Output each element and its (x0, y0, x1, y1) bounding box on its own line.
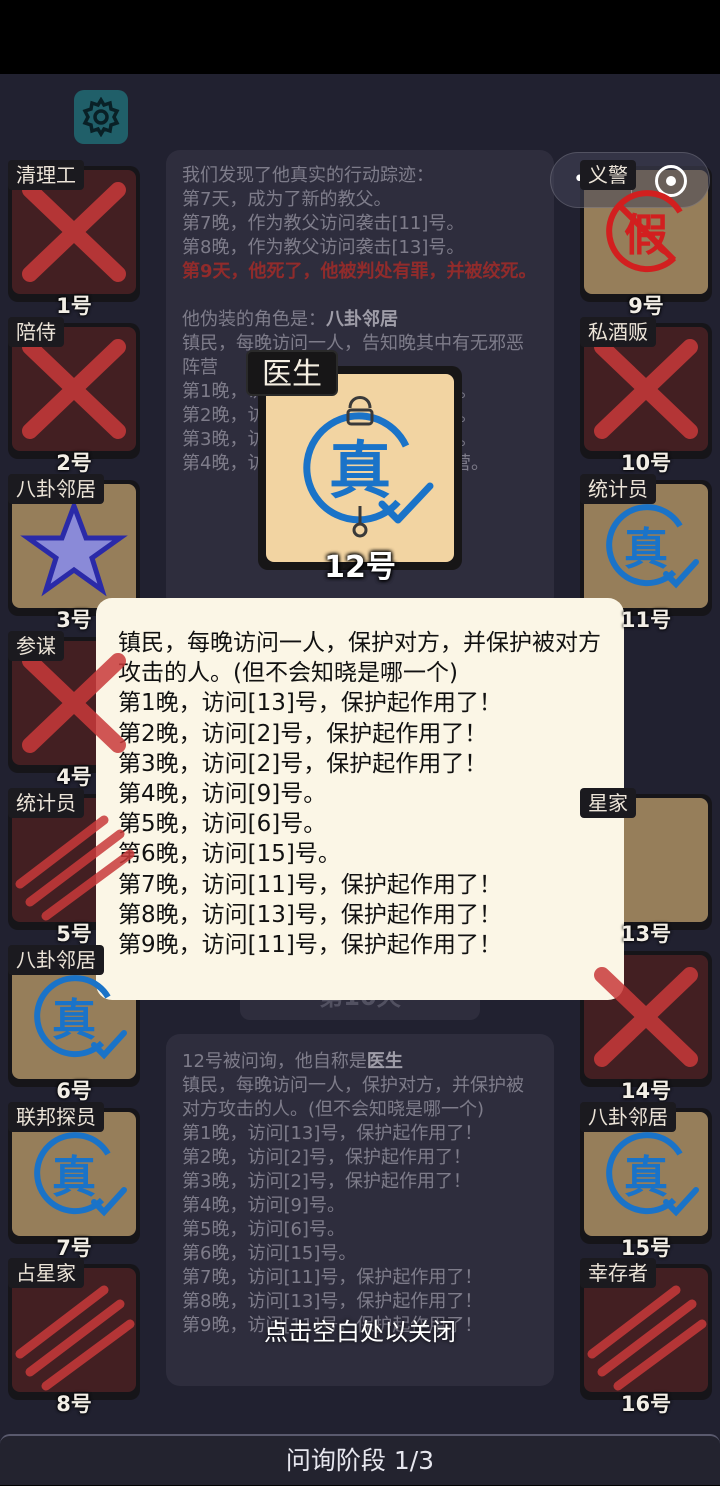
player-card[interactable]: 八卦邻居 3号 (8, 474, 140, 632)
player-number: 3号 (56, 608, 92, 632)
player-role-label: 参谋 (8, 631, 64, 661)
log-line: 第8晚，作为教父访问袭击[13]号。 (182, 237, 465, 258)
gear-icon (82, 97, 120, 137)
popup-desc: 镇民，每晚访问一人，保护对方，并保护被对方攻击的人。(但不会知晓是哪一个) (118, 630, 601, 687)
interrogation-log-line: 第3晚，访问[2]号，保护起作用了！ (182, 1171, 471, 1192)
popup-log-line: 第2晚，访问[2]号，保护起作用了！ (118, 720, 488, 747)
player-number: 16号 (620, 1392, 672, 1416)
player-number: 13号 (620, 922, 672, 946)
player-role-label: 八卦邻居 (8, 945, 104, 975)
player-portrait (584, 955, 708, 1079)
death-notice: 第9天，他死了，他被判处有罪，并被绞死。 (182, 261, 537, 282)
player-card[interactable]: 统计员 5号 (8, 788, 140, 946)
player-number: 11号 (620, 608, 672, 632)
svg-text:假: 假 (624, 210, 668, 261)
player-role-label: 联邦探员 (8, 1102, 104, 1132)
player-card[interactable]: 真 统计员 11号 (580, 474, 712, 632)
interrogation-log-line: 第5晚，访问[6]号。 (182, 1219, 345, 1240)
phase-indicator: 问询阶段 1/3 (0, 1434, 720, 1485)
player-card[interactable]: 占星家 8号 (8, 1258, 140, 1416)
log-line: 第7天，成为了新的教父。 (182, 189, 392, 210)
claim-desc: 镇民，每晚访问一人，保护对方，并保护被对方攻击的人。(但不会知晓是哪一个) (182, 1075, 524, 1120)
player-card[interactable]: 清理工 1号 (8, 160, 140, 318)
player-role-label: 八卦邻居 (8, 474, 104, 504)
focus-role-label: 医生 (246, 350, 338, 396)
player-role-label: 占星家 (8, 1258, 84, 1288)
log-intro: 我们发现了他真实的行动踪迹： (182, 165, 434, 186)
svg-text:真: 真 (52, 1152, 96, 1203)
popup-log-line: 第9晚，访问[11]号，保护起作用了！ (118, 932, 502, 959)
svg-text:真: 真 (624, 524, 668, 575)
log-line: 第7晚，作为教父访问袭击[11]号。 (182, 213, 465, 234)
player-card[interactable]: 假 义警 9号 (580, 160, 712, 318)
player-role-label: 陪侍 (8, 317, 64, 347)
popup-log-line: 第6晚，访问[15]号。 (118, 841, 341, 868)
player-number: 9号 (628, 294, 664, 318)
player-card[interactable]: 陪侍 2号 (8, 317, 140, 475)
interrogation-log-line: 第8晚，访问[13]号，保护起作用了！ (182, 1291, 483, 1312)
interrogation-log-line: 第1晚，访问[13]号，保护起作用了！ (182, 1123, 483, 1144)
focus-player-number: 12号 (324, 550, 396, 585)
svg-text:真: 真 (52, 995, 96, 1046)
popup-log-line: 第7晚，访问[11]号，保护起作用了！ (118, 871, 502, 898)
interrogation-log-line: 第2晚，访问[2]号，保护起作用了！ (182, 1147, 471, 1168)
player-role-label: 统计员 (580, 474, 656, 504)
player-role-label: 八卦邻居 (580, 1102, 676, 1132)
player-number: 2号 (56, 451, 92, 475)
true-stamp-icon: 真 (303, 396, 434, 538)
player-card[interactable]: 真八卦邻居 15号 (580, 1102, 712, 1260)
popup-log-line: 第4晚，访问[9]号。 (118, 781, 327, 808)
player-number: 8号 (56, 1392, 92, 1416)
svg-text:真: 真 (624, 1152, 668, 1203)
player-card[interactable]: 真 八卦邻居 6号 (8, 945, 140, 1103)
player-card[interactable]: 真联邦探员 7号 (8, 1102, 140, 1260)
player-card[interactable]: 参谋 4号 (8, 631, 140, 789)
player-role-label: 幸存者 (580, 1258, 656, 1288)
svg-text:真: 真 (329, 434, 391, 507)
cross-mark-icon (594, 967, 698, 1067)
player-role-label: 义警 (580, 160, 636, 190)
interrogation-log-line: 第7晚，访问[11]号，保护起作用了！ (182, 1267, 483, 1288)
player-role-label: 星家 (580, 788, 636, 818)
player-number: 1号 (56, 294, 92, 318)
player-role-label: 私酒贩 (580, 317, 656, 347)
popup-log-line: 第8晚，访问[13]号，保护起作用了！ (118, 901, 502, 928)
claim-line: 12号被问询，他自称是医生 (182, 1051, 403, 1072)
player-role-label: 清理工 (8, 160, 84, 190)
interrogation-log-line: 第6晚，访问[15]号。 (182, 1243, 357, 1264)
popup-log-line: 第5晚，访问[6]号。 (118, 811, 327, 838)
interrogation-log-line: 第4晚，访问[9]号。 (182, 1195, 345, 1216)
popup-log-line: 第3晚，访问[2]号，保护起作用了！ (118, 750, 488, 777)
player-card[interactable]: 幸存者 16号 (580, 1258, 712, 1416)
role-info-popup: 镇民，每晚访问一人，保护对方，并保护被对方攻击的人。(但不会知晓是哪一个) 第1… (96, 598, 624, 1000)
player-number: 6号 (56, 1079, 92, 1103)
player-number: 5号 (56, 922, 92, 946)
focus-portrait: 真 (266, 374, 454, 562)
player-role-label: 统计员 (8, 788, 84, 818)
settings-button[interactable] (74, 90, 128, 144)
player-number: 4号 (56, 765, 92, 789)
player-number: 10号 (620, 451, 672, 475)
focus-player-card[interactable]: 真 医生 12号 (246, 350, 462, 585)
player-card[interactable]: 私酒贩 10号 (580, 317, 712, 475)
popup-log-line: 第1晚，访问[13]号，保护起作用了！ (118, 690, 502, 717)
player-card[interactable]: 14号 (580, 951, 712, 1103)
player-number: 14号 (620, 1079, 672, 1103)
disguise-line: 他伪装的角色是：八卦邻居 (182, 309, 398, 330)
